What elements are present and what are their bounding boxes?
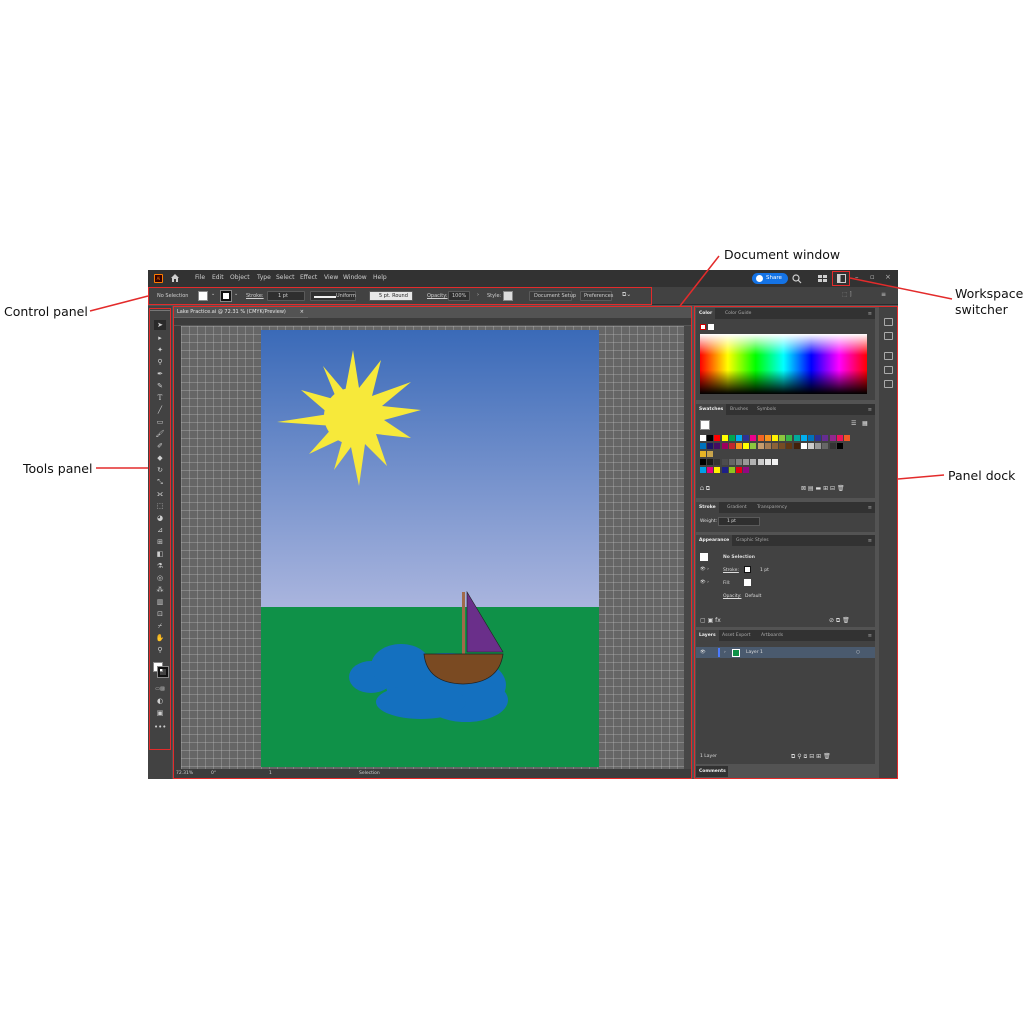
line-panel-dock <box>897 474 945 480</box>
highlight-panel-dock <box>694 306 898 779</box>
menu-object[interactable]: Object <box>230 274 250 281</box>
callout-tools-panel: Tools panel <box>23 461 93 476</box>
illustrator-window: Ai File Edit Object Type Select Effect V… <box>148 270 898 779</box>
highlight-workspace-switcher <box>832 271 850 286</box>
menu-effect[interactable]: Effect <box>300 274 317 281</box>
home-icon[interactable] <box>170 273 180 283</box>
close-icon[interactable]: × <box>885 273 891 281</box>
callout-document-window: Document window <box>724 247 841 262</box>
maximize-icon[interactable]: ▫ <box>870 273 875 281</box>
arrange-documents-icon[interactable] <box>818 275 827 283</box>
panel-menu-icon[interactable]: ≡ <box>881 291 886 298</box>
highlight-tools-panel <box>149 308 171 750</box>
minimize-icon[interactable]: – <box>855 273 859 281</box>
search-icon[interactable] <box>792 274 802 284</box>
app-logo: Ai <box>154 274 163 283</box>
menu-view[interactable]: View <box>324 274 338 281</box>
menu-edit[interactable]: Edit <box>212 274 224 281</box>
line-control-panel <box>89 295 149 312</box>
menu-bar: Ai File Edit Object Type Select Effect V… <box>148 270 898 287</box>
callout-control-panel: Control panel <box>4 304 88 319</box>
menu-select[interactable]: Select <box>276 274 295 281</box>
menu-type[interactable]: Type <box>257 274 271 281</box>
menu-help[interactable]: Help <box>373 274 387 281</box>
highlight-control-panel <box>148 287 652 305</box>
highlight-document-window <box>173 306 692 779</box>
callout-panel-dock: Panel dock <box>948 468 1016 483</box>
share-button[interactable]: Share <box>752 273 788 284</box>
menu-window[interactable]: Window <box>343 274 367 281</box>
callout-workspace-switcher-text: Workspace switcher <box>955 286 1024 317</box>
callout-workspace-switcher: Workspace switcher <box>955 286 1024 318</box>
align-icon[interactable]: ⬚ ⫿ <box>842 291 852 299</box>
menu-file[interactable]: File <box>195 274 205 281</box>
